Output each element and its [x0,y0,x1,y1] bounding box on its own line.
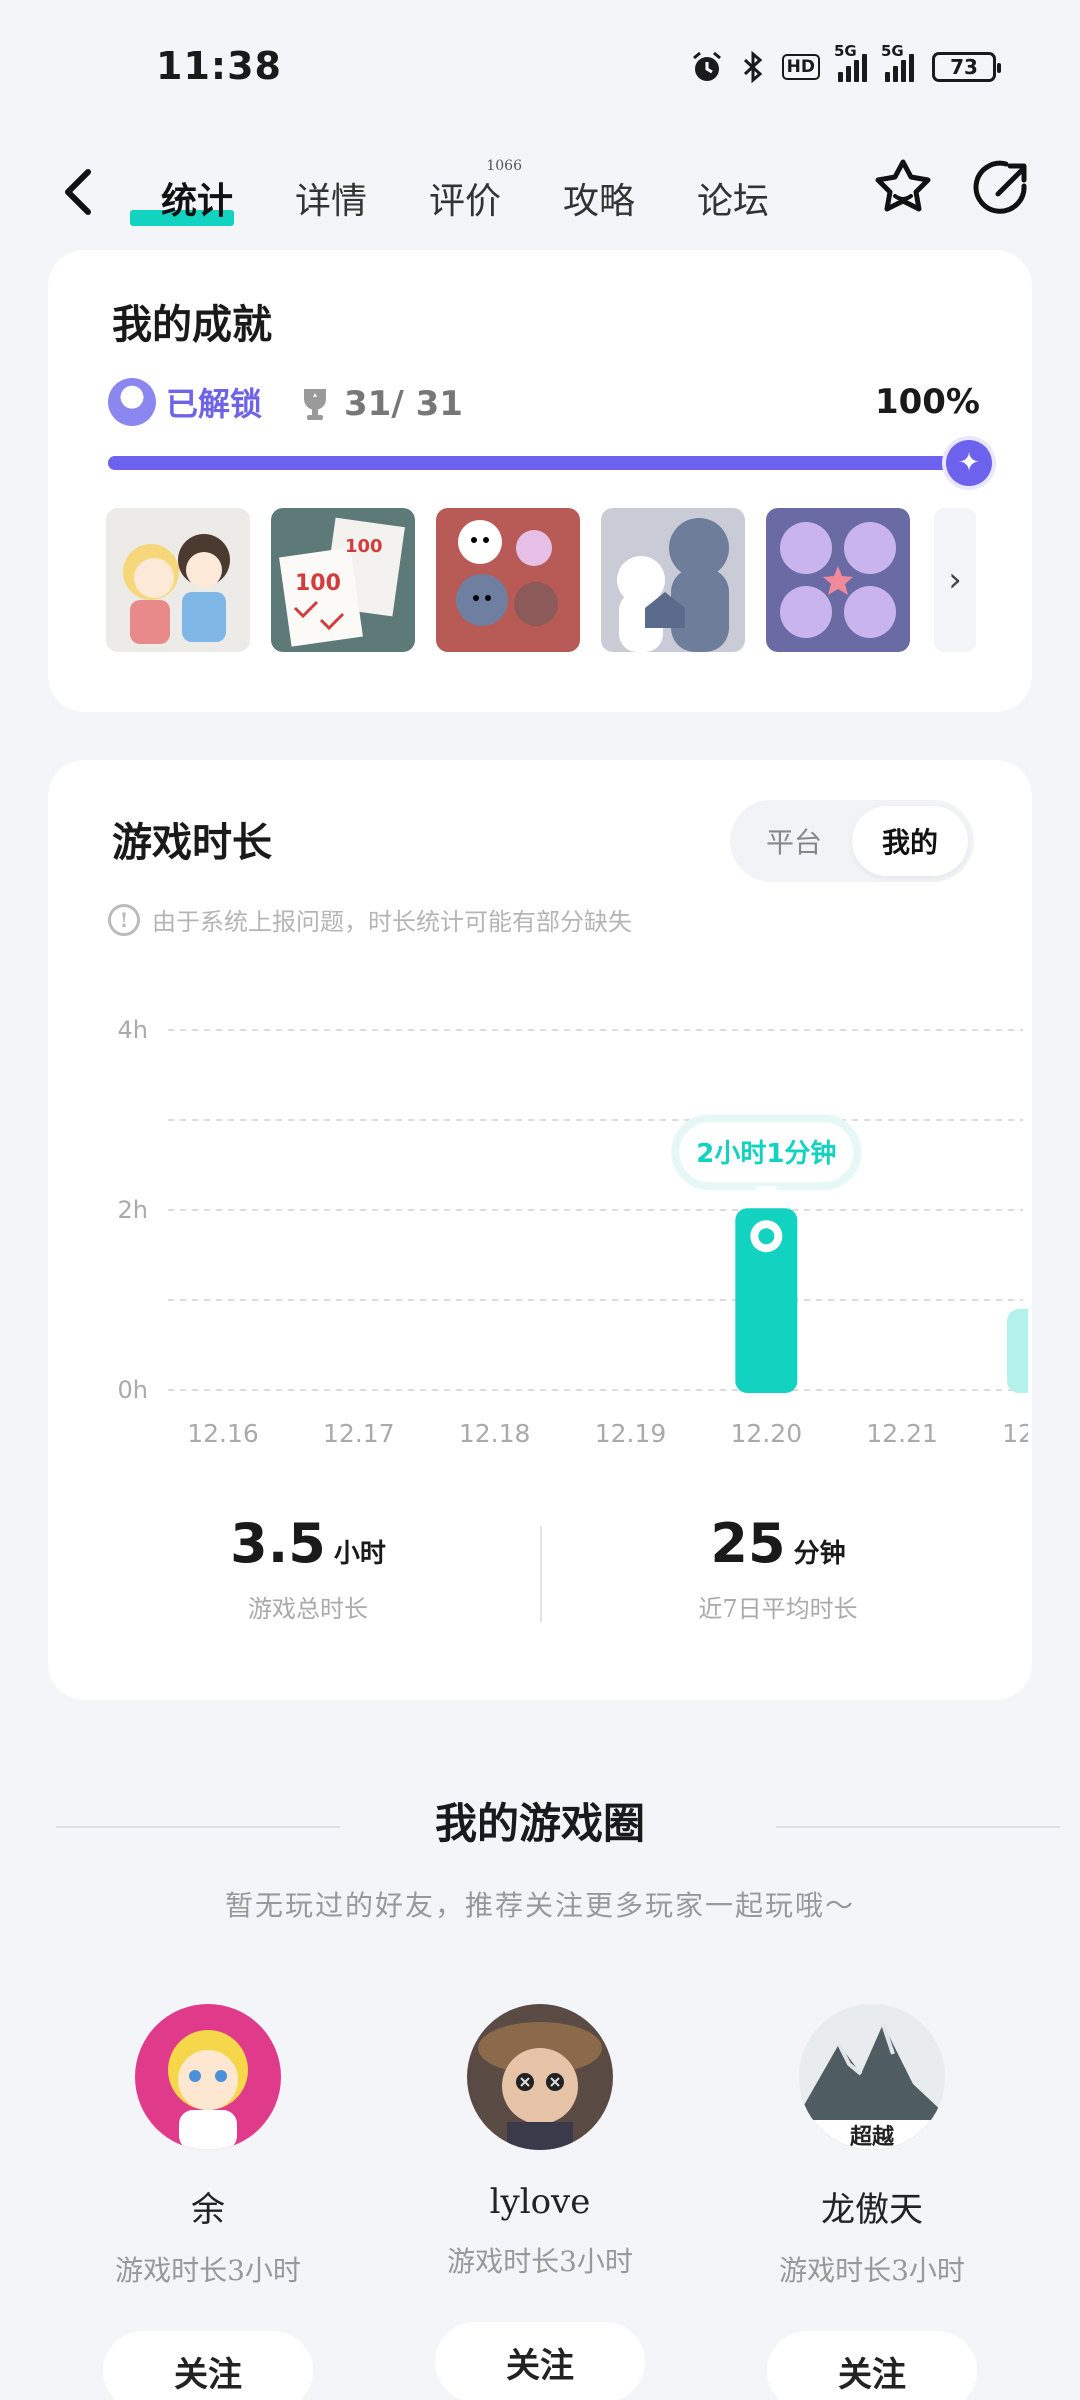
bar-marker-dot [758,1228,775,1245]
friend-name: 龙傲天 [821,2190,923,2230]
x-tick-label: 12.17 [323,1419,395,1448]
game-circle-subtitle: 暂无玩过的好友，推荐关注更多玩家一起玩哦～ [224,1889,855,1922]
achievement-thumb[interactable] [766,508,910,652]
review-count-badge: 1066 [486,158,522,174]
chevron-right-icon[interactable]: › [934,508,976,652]
achievement-thumb[interactable]: 100 100 [271,508,415,652]
achievement-thumb[interactable] [601,508,745,652]
avatar-icon [108,378,156,426]
top-nav: 统计 详情 评价 1066 攻略 论坛 [0,140,1080,260]
friend-hours: 游戏时长3小时 [115,2254,301,2287]
segment-control: 平台 我的 [730,800,974,882]
y-tick-label: 0h [118,1376,148,1404]
bar [1007,1309,1028,1393]
signal-icon-2: 5G [881,42,914,82]
tab-forum[interactable]: 论坛 [666,158,800,238]
playtime-stats: 3.5 小时 游戏总时长 25 分钟 近7日平均时长 [48,1512,1032,1624]
x-tick-label: 12.20 [731,1419,803,1448]
achievement-card: 我的成就 已解锁 31/ 31 100% ✦ 100 100 › [48,250,1032,712]
friend-card: 超越 龙傲天 游戏时长3小时 关注 [722,2004,1022,2400]
total-time-unit: 小时 [333,1539,386,1569]
tooltip-text: 2小时1分钟 [696,1138,836,1169]
follow-button[interactable]: 关注 [767,2331,977,2400]
x-tick-label: 12.21 [866,1419,938,1448]
tab-bar: 统计 详情 评价 1066 攻略 论坛 [130,158,800,238]
sparkle-icon: ✦ [946,440,992,486]
bluetooth-icon [743,50,762,84]
tab-details[interactable]: 详情 [264,158,398,238]
tab-guides[interactable]: 攻略 [532,158,666,238]
battery-icon: 73 [932,52,1001,82]
game-circle-title: 我的游戏圈 [434,1799,645,1848]
info-icon: ! [108,903,140,936]
stats-divider [540,1526,542,1622]
x-tick-label: 12.22 [1002,1419,1028,1448]
friend-name: lylove [489,2182,591,2222]
alarm-icon [692,51,721,81]
avatar[interactable] [467,2004,613,2150]
status-icons: HD 5G 5G 73 [690,42,1001,84]
playtime-notice: ! 由于系统上报问题，时长统计可能有部分缺失 [108,902,632,937]
follow-button[interactable]: 关注 [435,2322,645,2400]
signal-icon: 5G [834,42,867,82]
status-bar: 11:38 HD 5G 5G 73 [0,0,1080,140]
trophy-icon [304,389,326,420]
hd-icon: HD [781,54,820,80]
playtime-card: 游戏时长 平台 我的 ! 由于系统上报问题，时长统计可能有部分缺失 0h 2h 4h 1… [48,760,1032,1700]
battery-level: 73 [950,55,978,79]
favorite-star-icon[interactable] [868,150,938,230]
achievement-thumb[interactable] [106,508,250,652]
friend-hours: 游戏时长3小时 [779,2254,965,2287]
total-time-value: 3.5 [230,1512,326,1575]
friend-hours: 游戏时长3小时 [447,2245,633,2278]
tab-reviews[interactable]: 评价 1066 [398,158,532,238]
back-icon[interactable] [56,162,104,222]
avatar[interactable] [135,2004,281,2150]
avg-time-stat: 25 分钟 近7日平均时长 [578,1512,978,1624]
achievement-title: 我的成就 [112,301,272,348]
achievement-thumbnails: 100 100 [106,508,910,652]
avg-time-unit: 分钟 [793,1539,846,1569]
total-time-label: 游戏总时长 [248,1595,368,1623]
y-tick-label: 2h [118,1196,148,1224]
friend-card: lylove 游戏时长3小时 关注 [390,2004,690,2400]
share-icon[interactable] [968,150,1038,230]
trophy-count: 31/ 31 [300,384,463,424]
achievement-thumb[interactable] [436,508,580,652]
x-tick-label: 12.18 [459,1419,531,1448]
follow-button[interactable]: 关注 [103,2331,313,2400]
avg-time-value: 25 [710,1512,786,1575]
tab-stats[interactable]: 统计 [130,158,264,238]
achievement-percent: 100% [874,382,980,422]
progress-fill [108,456,974,470]
segment-mine[interactable]: 我的 [852,806,968,876]
y-tick-label: 4h [118,1016,148,1044]
tooltip-pointer [754,1186,779,1201]
svg-text:超越: 超越 [850,2124,895,2150]
total-time-stat: 3.5 小时 游戏总时长 [108,1512,508,1624]
status-time: 11:38 [156,44,282,88]
avatar[interactable]: 超越 [799,2004,945,2150]
friend-name: 余 [191,2190,225,2230]
segment-platform[interactable]: 平台 [736,806,852,876]
svg-text:100: 100 [345,536,383,557]
playtime-title: 游戏时长 [112,819,272,866]
x-tick-label: 12.19 [595,1419,667,1448]
divider-line [776,1826,1060,1828]
unlocked-label: 已解锁 [108,378,262,426]
achievement-progress-bar: ✦ [108,440,992,486]
svg-text:100: 100 [295,571,341,596]
friend-card: 余 游戏时长3小时 关注 [58,2004,358,2400]
x-tick-label: 12.16 [187,1419,259,1448]
avg-time-label: 近7日平均时长 [698,1595,858,1623]
playtime-chart: 0h 2h 4h 12.16 12.17 12.18 12.19 12.20 2小时1分钟 12.… [118,1016,1028,1448]
